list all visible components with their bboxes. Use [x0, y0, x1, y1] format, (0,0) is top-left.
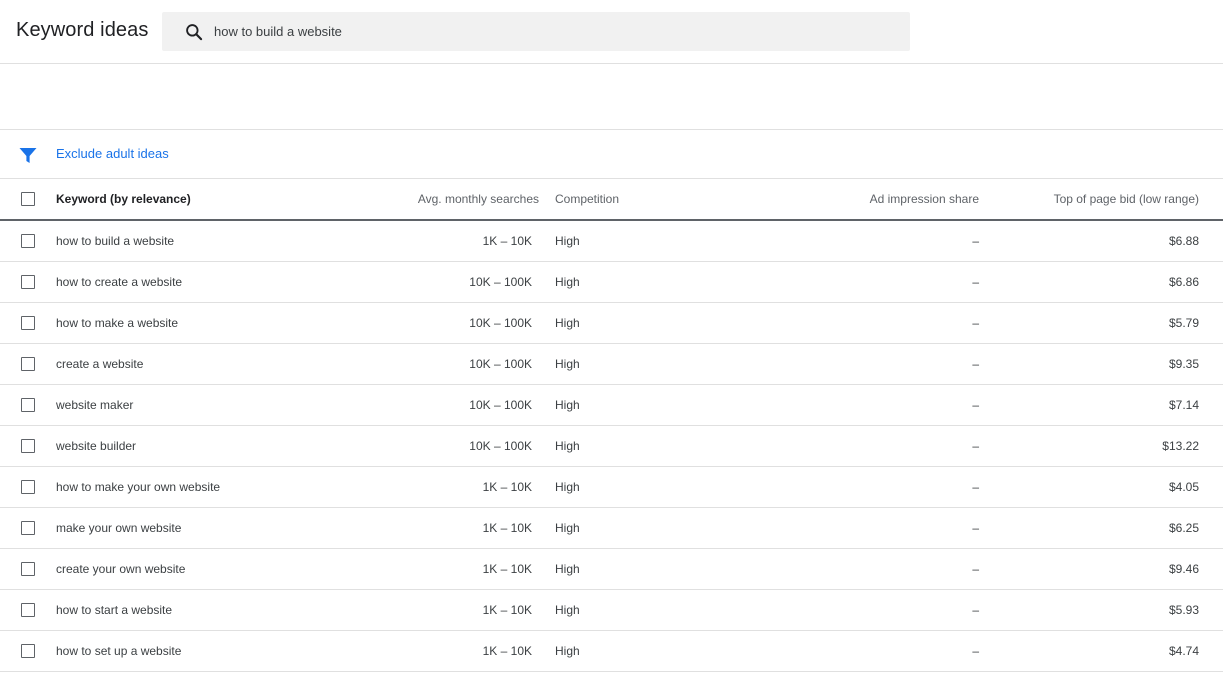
avg-monthly-searches-cell: 1K – 10K: [482, 562, 532, 576]
competition-cell: High: [555, 275, 580, 289]
table-row[interactable]: how to start a website 1K – 10K High – $5.93: [0, 590, 1223, 631]
keyword-cell: website builder: [56, 439, 137, 453]
competition-cell: High: [555, 439, 580, 453]
row-checkbox[interactable]: [21, 275, 35, 289]
column-header-competition[interactable]: Competition: [555, 179, 755, 219]
row-checkbox[interactable]: [21, 644, 35, 658]
row-checkbox[interactable]: [21, 439, 35, 453]
row-checkbox[interactable]: [21, 316, 35, 330]
keyword-cell: create a website: [56, 357, 144, 371]
competition-cell: High: [555, 480, 580, 494]
table-row[interactable]: how to set up a website 1K – 10K High – $4.7…: [0, 631, 1223, 672]
filter-bar: Exclude adult ideas: [0, 130, 1223, 179]
column-header-keyword[interactable]: Keyword (by relevance): [56, 179, 356, 219]
table-row[interactable]: create your own website 1K – 10K High – $9.4…: [0, 549, 1223, 590]
page-title: Keyword ideas: [16, 19, 149, 41]
row-checkbox[interactable]: [21, 480, 35, 494]
top-of-page-bid-low-cell: $6.86: [1168, 275, 1199, 289]
ad-impression-share-cell: –: [972, 234, 979, 248]
exclude-adult-ideas-filter[interactable]: Exclude adult ideas: [56, 146, 169, 161]
table-body: how to build a website 1K – 10K High – $6.88…: [0, 221, 1223, 672]
competition-cell: High: [555, 521, 580, 535]
top-of-page-bid-low-cell: $4.74: [1168, 644, 1199, 658]
table-row[interactable]: how to make your own website 1K – 10K High…: [0, 467, 1223, 508]
ad-impression-share-cell: –: [972, 357, 979, 371]
keyword-cell: create your own website: [56, 562, 186, 576]
table-row[interactable]: how to build a website 1K – 10K High – $6.88: [0, 221, 1223, 262]
top-of-page-bid-low-cell: $9.46: [1168, 562, 1199, 576]
search-box[interactable]: [162, 12, 910, 51]
search-icon: [186, 24, 203, 41]
keyword-cell: make your own website: [56, 521, 182, 535]
row-checkbox[interactable]: [21, 521, 35, 535]
competition-cell: High: [555, 603, 580, 617]
avg-monthly-searches-cell: 1K – 10K: [482, 480, 532, 494]
top-of-page-bid-low-cell: $6.88: [1168, 234, 1199, 248]
ad-impression-share-cell: –: [972, 316, 979, 330]
ad-impression-share-cell: –: [972, 562, 979, 576]
ad-impression-share-cell: –: [972, 521, 979, 535]
top-of-page-bid-low-cell: $4.05: [1168, 480, 1199, 494]
table-row[interactable]: website maker 10K – 100K High – $7.14: [0, 385, 1223, 426]
avg-monthly-searches-cell: 1K – 10K: [482, 234, 532, 248]
ad-impression-share-cell: –: [972, 398, 979, 412]
ad-impression-share-cell: –: [972, 439, 979, 453]
competition-cell: High: [555, 357, 580, 371]
top-of-page-bid-low-cell: $13.22: [1162, 439, 1199, 453]
ad-impression-share-cell: –: [972, 644, 979, 658]
competition-cell: High: [555, 234, 580, 248]
row-checkbox[interactable]: [21, 357, 35, 371]
top-of-page-bid-low-cell: $5.93: [1168, 603, 1199, 617]
avg-monthly-searches-cell: 1K – 10K: [482, 603, 532, 617]
header-bar: Keyword ideas: [0, 0, 1223, 64]
row-checkbox[interactable]: [21, 234, 35, 248]
table-header-row: Keyword (by relevance) Avg. monthly sear…: [0, 179, 1223, 221]
competition-cell: High: [555, 644, 580, 658]
keyword-cell: how to build a website: [56, 234, 175, 248]
keyword-cell: how to set up a website: [56, 644, 182, 658]
keyword-cell: how to make your own website: [56, 480, 221, 494]
ad-impression-share-cell: –: [972, 603, 979, 617]
ad-impression-share-cell: –: [972, 275, 979, 289]
filter-icon[interactable]: [18, 145, 38, 165]
competition-cell: High: [555, 316, 580, 330]
keyword-ideas-page: Keyword ideas Exclude adult ideas Keywor…: [0, 0, 1223, 673]
table-row[interactable]: create a website 10K – 100K High – $9.35: [0, 344, 1223, 385]
competition-cell: High: [555, 398, 580, 412]
row-checkbox[interactable]: [21, 603, 35, 617]
summary-area: [0, 64, 1223, 130]
avg-monthly-searches-cell: 1K – 10K: [482, 521, 532, 535]
row-checkbox[interactable]: [21, 562, 35, 576]
table-row[interactable]: how to make a website 10K – 100K High – $5.7…: [0, 303, 1223, 344]
table-row[interactable]: make your own website 1K – 10K High – $6.25: [0, 508, 1223, 549]
column-header-avg-monthly-searches[interactable]: Avg. monthly searches: [360, 179, 539, 219]
avg-monthly-searches-cell: 10K – 100K: [469, 439, 532, 453]
keyword-cell: website maker: [56, 398, 134, 412]
table-row[interactable]: website builder 10K – 100K High – $13.22: [0, 426, 1223, 467]
keyword-cell: how to make a website: [56, 316, 179, 330]
competition-cell: High: [555, 562, 580, 576]
column-header-ad-impression-share[interactable]: Ad impression share: [760, 179, 979, 219]
avg-monthly-searches-cell: 1K – 10K: [482, 644, 532, 658]
select-all-checkbox[interactable]: [21, 192, 35, 206]
top-of-page-bid-low-cell: $5.79: [1168, 316, 1199, 330]
keyword-cell: how to start a website: [56, 603, 173, 617]
avg-monthly-searches-cell: 10K – 100K: [469, 357, 532, 371]
table-row[interactable]: how to create a website 10K – 100K High – $6…: [0, 262, 1223, 303]
top-of-page-bid-low-cell: $7.14: [1168, 398, 1199, 412]
keyword-table: Keyword (by relevance) Avg. monthly sear…: [0, 179, 1223, 672]
top-of-page-bid-low-cell: $9.35: [1168, 357, 1199, 371]
avg-monthly-searches-cell: 10K – 100K: [469, 275, 532, 289]
keyword-cell: how to create a website: [56, 275, 183, 289]
row-checkbox[interactable]: [21, 398, 35, 412]
search-input[interactable]: [214, 12, 894, 51]
ad-impression-share-cell: –: [972, 480, 979, 494]
top-of-page-bid-low-cell: $6.25: [1168, 521, 1199, 535]
avg-monthly-searches-cell: 10K – 100K: [469, 398, 532, 412]
avg-monthly-searches-cell: 10K – 100K: [469, 316, 532, 330]
column-header-top-of-page-bid-low[interactable]: Top of page bid (low range): [990, 179, 1199, 219]
